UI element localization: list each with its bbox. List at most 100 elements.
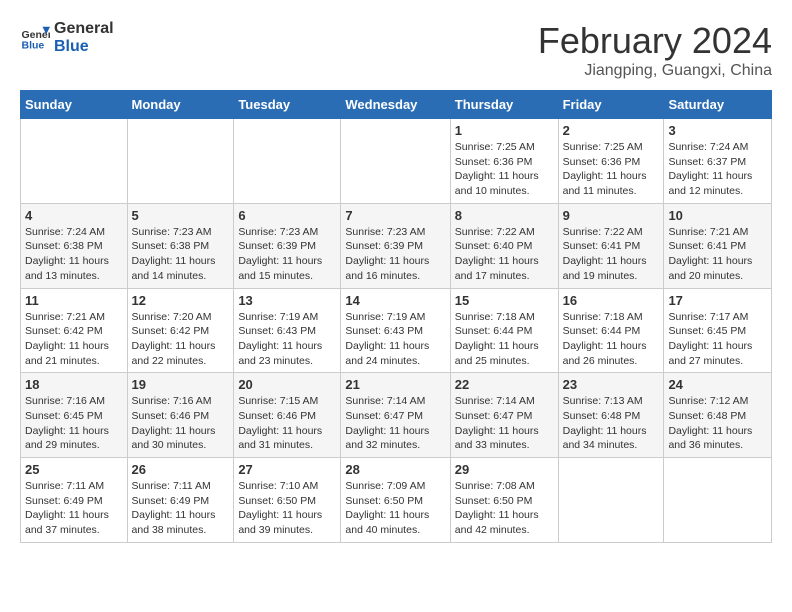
day-info: Sunrise: 7:24 AM Sunset: 6:38 PM Dayligh… — [25, 225, 123, 284]
calendar-cell: 29 Sunrise: 7:08 AM Sunset: 6:50 PM Dayli… — [450, 458, 558, 543]
calendar-cell: 28Sunrise: 7:09 AM Sunset: 6:50 PM Dayli… — [341, 458, 450, 543]
calendar-week-1: 4Sunrise: 7:24 AM Sunset: 6:38 PM Daylig… — [21, 203, 772, 288]
calendar-cell — [127, 119, 234, 204]
day-number: 10 — [668, 208, 767, 223]
day-info: Sunrise: 7:18 AM Sunset: 6:44 PM Dayligh… — [455, 310, 554, 369]
calendar-cell: 5Sunrise: 7:23 AM Sunset: 6:38 PM Daylig… — [127, 203, 234, 288]
calendar-cell: 10 Sunrise: 7:21 AM Sunset: 6:41 PM Dayli… — [664, 203, 772, 288]
day-info: Sunrise: 7:25 AM Sunset: 6:36 PM Dayligh… — [455, 140, 554, 199]
calendar-cell: 13 Sunrise: 7:19 AM Sunset: 6:43 PM Dayli… — [234, 288, 341, 373]
day-info: Sunrise: 7:10 AM Sunset: 6:50 PM Dayligh… — [238, 479, 336, 538]
calendar-week-4: 25 Sunrise: 7:11 AM Sunset: 6:49 PM Dayli… — [21, 458, 772, 543]
day-info: Sunrise: 7:08 AM Sunset: 6:50 PM Dayligh… — [455, 479, 554, 538]
day-number: 13 — [238, 293, 336, 308]
day-info: Sunrise: 7:23 AM Sunset: 6:39 PM Dayligh… — [238, 225, 336, 284]
calendar-week-0: 1 Sunrise: 7:25 AM Sunset: 6:36 PM Daylig… — [21, 119, 772, 204]
day-number: 17 — [668, 293, 767, 308]
weekday-header-monday: Monday — [127, 91, 234, 119]
day-info: Sunrise: 7:16 AM Sunset: 6:45 PM Dayligh… — [25, 394, 123, 453]
calendar-cell — [21, 119, 128, 204]
calendar-cell: 27 Sunrise: 7:10 AM Sunset: 6:50 PM Dayli… — [234, 458, 341, 543]
calendar-cell: 26Sunrise: 7:11 AM Sunset: 6:49 PM Dayli… — [127, 458, 234, 543]
calendar-cell: 6 Sunrise: 7:23 AM Sunset: 6:39 PM Daylig… — [234, 203, 341, 288]
calendar-table: SundayMondayTuesdayWednesdayThursdayFrid… — [20, 90, 772, 543]
day-info: Sunrise: 7:14 AM Sunset: 6:47 PM Dayligh… — [345, 394, 445, 453]
calendar-header: SundayMondayTuesdayWednesdayThursdayFrid… — [21, 91, 772, 119]
calendar-cell: 25 Sunrise: 7:11 AM Sunset: 6:49 PM Dayli… — [21, 458, 128, 543]
day-info: Sunrise: 7:19 AM Sunset: 6:43 PM Dayligh… — [238, 310, 336, 369]
logo: General Blue General Blue — [20, 20, 114, 55]
day-number: 25 — [25, 462, 123, 477]
calendar-cell: 20Sunrise: 7:15 AM Sunset: 6:46 PM Dayli… — [234, 373, 341, 458]
day-number: 18 — [25, 377, 123, 392]
day-info: Sunrise: 7:21 AM Sunset: 6:41 PM Dayligh… — [668, 225, 767, 284]
logo-blue-text: Blue — [54, 38, 114, 56]
day-info: Sunrise: 7:23 AM Sunset: 6:38 PM Dayligh… — [132, 225, 230, 284]
calendar-cell: 14 Sunrise: 7:19 AM Sunset: 6:43 PM Dayli… — [341, 288, 450, 373]
day-info: Sunrise: 7:23 AM Sunset: 6:39 PM Dayligh… — [345, 225, 445, 284]
day-number: 3 — [668, 123, 767, 138]
calendar-cell — [341, 119, 450, 204]
calendar-cell: 18 Sunrise: 7:16 AM Sunset: 6:45 PM Dayli… — [21, 373, 128, 458]
day-info: Sunrise: 7:19 AM Sunset: 6:43 PM Dayligh… — [345, 310, 445, 369]
calendar-cell: 1 Sunrise: 7:25 AM Sunset: 6:36 PM Daylig… — [450, 119, 558, 204]
day-number: 22 — [455, 377, 554, 392]
calendar-cell: 2 Sunrise: 7:25 AM Sunset: 6:36 PM Daylig… — [558, 119, 664, 204]
day-number: 6 — [238, 208, 336, 223]
calendar-cell: 9 Sunrise: 7:22 AM Sunset: 6:41 PM Daylig… — [558, 203, 664, 288]
day-number: 24 — [668, 377, 767, 392]
logo-general-text: General — [54, 20, 114, 38]
day-info: Sunrise: 7:21 AM Sunset: 6:42 PM Dayligh… — [25, 310, 123, 369]
day-info: Sunrise: 7:20 AM Sunset: 6:42 PM Dayligh… — [132, 310, 230, 369]
day-info: Sunrise: 7:09 AM Sunset: 6:50 PM Dayligh… — [345, 479, 445, 538]
day-info: Sunrise: 7:11 AM Sunset: 6:49 PM Dayligh… — [25, 479, 123, 538]
day-number: 2 — [563, 123, 660, 138]
calendar-cell: 3Sunrise: 7:24 AM Sunset: 6:37 PM Daylig… — [664, 119, 772, 204]
day-number: 8 — [455, 208, 554, 223]
weekday-header-wednesday: Wednesday — [341, 91, 450, 119]
weekday-header-sunday: Sunday — [21, 91, 128, 119]
day-number: 11 — [25, 293, 123, 308]
day-number: 1 — [455, 123, 554, 138]
day-number: 19 — [132, 377, 230, 392]
day-number: 29 — [455, 462, 554, 477]
calendar-cell: 24 Sunrise: 7:12 AM Sunset: 6:48 PM Dayli… — [664, 373, 772, 458]
day-info: Sunrise: 7:11 AM Sunset: 6:49 PM Dayligh… — [132, 479, 230, 538]
calendar-week-2: 11 Sunrise: 7:21 AM Sunset: 6:42 PM Dayli… — [21, 288, 772, 373]
day-info: Sunrise: 7:13 AM Sunset: 6:48 PM Dayligh… — [563, 394, 660, 453]
calendar-cell: 19 Sunrise: 7:16 AM Sunset: 6:46 PM Dayli… — [127, 373, 234, 458]
day-info: Sunrise: 7:17 AM Sunset: 6:45 PM Dayligh… — [668, 310, 767, 369]
subtitle: Jiangping, Guangxi, China — [538, 62, 772, 80]
title-section: February 2024 Jiangping, Guangxi, China — [538, 20, 772, 80]
day-info: Sunrise: 7:16 AM Sunset: 6:46 PM Dayligh… — [132, 394, 230, 453]
calendar-cell: 16Sunrise: 7:18 AM Sunset: 6:44 PM Dayli… — [558, 288, 664, 373]
weekday-header-friday: Friday — [558, 91, 664, 119]
day-number: 12 — [132, 293, 230, 308]
day-number: 9 — [563, 208, 660, 223]
calendar-cell — [558, 458, 664, 543]
day-info: Sunrise: 7:15 AM Sunset: 6:46 PM Dayligh… — [238, 394, 336, 453]
weekday-header-thursday: Thursday — [450, 91, 558, 119]
day-number: 14 — [345, 293, 445, 308]
calendar-cell: 23 Sunrise: 7:13 AM Sunset: 6:48 PM Dayli… — [558, 373, 664, 458]
day-number: 27 — [238, 462, 336, 477]
calendar-week-3: 18 Sunrise: 7:16 AM Sunset: 6:45 PM Dayli… — [21, 373, 772, 458]
day-info: Sunrise: 7:22 AM Sunset: 6:40 PM Dayligh… — [455, 225, 554, 284]
day-number: 7 — [345, 208, 445, 223]
day-info: Sunrise: 7:25 AM Sunset: 6:36 PM Dayligh… — [563, 140, 660, 199]
day-number: 23 — [563, 377, 660, 392]
page-header: General Blue General Blue February 2024 … — [20, 20, 772, 80]
day-info: Sunrise: 7:12 AM Sunset: 6:48 PM Dayligh… — [668, 394, 767, 453]
calendar-cell — [664, 458, 772, 543]
calendar-body: 1 Sunrise: 7:25 AM Sunset: 6:36 PM Daylig… — [21, 119, 772, 543]
calendar-cell: 11 Sunrise: 7:21 AM Sunset: 6:42 PM Dayli… — [21, 288, 128, 373]
day-info: Sunrise: 7:22 AM Sunset: 6:41 PM Dayligh… — [563, 225, 660, 284]
weekday-header-tuesday: Tuesday — [234, 91, 341, 119]
weekday-header-row: SundayMondayTuesdayWednesdayThursdayFrid… — [21, 91, 772, 119]
calendar-cell — [234, 119, 341, 204]
day-info: Sunrise: 7:14 AM Sunset: 6:47 PM Dayligh… — [455, 394, 554, 453]
calendar-cell: 7 Sunrise: 7:23 AM Sunset: 6:39 PM Daylig… — [341, 203, 450, 288]
calendar-cell: 8 Sunrise: 7:22 AM Sunset: 6:40 PM Daylig… — [450, 203, 558, 288]
day-number: 21 — [345, 377, 445, 392]
calendar-cell: 17 Sunrise: 7:17 AM Sunset: 6:45 PM Dayli… — [664, 288, 772, 373]
